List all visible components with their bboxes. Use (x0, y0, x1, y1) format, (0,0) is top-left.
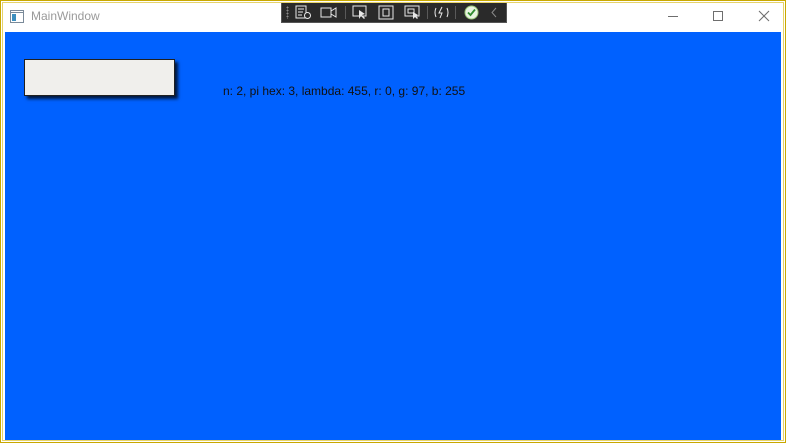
layout-adorners-button[interactable] (378, 5, 395, 20)
layout-adorner-icon (378, 5, 394, 20)
client-area: n: 2, pi hex: 3, lambda: 455, r: 0, g: 9… (5, 32, 781, 440)
select-element-icon (352, 5, 367, 19)
close-icon (758, 10, 770, 22)
in-app-toolbar-button[interactable] (320, 5, 337, 20)
action-button[interactable] (24, 59, 175, 96)
toolbar-separator (427, 6, 428, 19)
binding-status-button[interactable] (463, 5, 480, 20)
track-focus-button[interactable] (404, 5, 421, 20)
main-window: MainWindow n: 2, pi hex: 3, lambda: 455,… (0, 0, 786, 443)
chevron-left-icon (491, 7, 497, 18)
color-info-text: n: 2, pi hex: 3, lambda: 455, r: 0, g: 9… (223, 84, 466, 98)
toolbar-separator (345, 6, 346, 19)
visual-tree-icon (295, 5, 311, 19)
toolbar-grip[interactable] (286, 6, 289, 19)
live-visual-tree-button[interactable] (295, 5, 312, 20)
window-title: MainWindow (31, 9, 100, 23)
hot-reload-button[interactable] (433, 5, 450, 20)
track-focus-icon (404, 5, 420, 19)
check-circle-icon (464, 5, 479, 20)
minimize-button[interactable] (651, 3, 695, 31)
hot-reload-icon (434, 6, 449, 19)
collapse-toolbar-button[interactable] (488, 5, 505, 20)
maximize-button[interactable] (695, 3, 739, 31)
app-window-icon (10, 10, 24, 23)
select-element-button[interactable] (352, 5, 369, 20)
video-camera-icon (320, 7, 337, 18)
close-button[interactable] (741, 3, 785, 31)
xaml-debug-toolbar (281, 2, 507, 23)
toolbar-separator (455, 6, 456, 19)
